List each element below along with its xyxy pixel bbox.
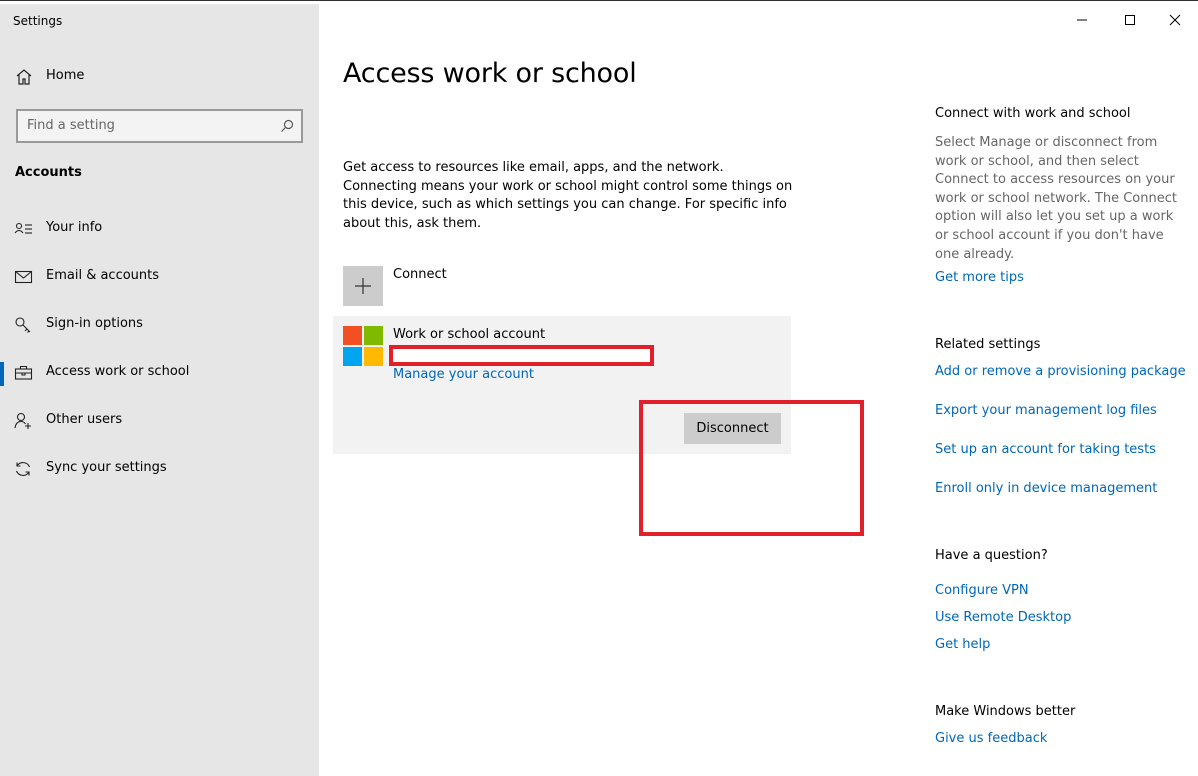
active-indicator (0, 362, 4, 386)
sync-icon (14, 460, 34, 478)
configure-vpn-link[interactable]: Configure VPN (935, 583, 1029, 598)
add-person-icon (14, 412, 34, 430)
briefcase-icon (14, 364, 34, 382)
connect-label[interactable]: Connect (393, 267, 447, 282)
export-log-files-link[interactable]: Export your management log files (935, 403, 1157, 418)
have-a-question-heading: Have a question? (935, 548, 1048, 563)
sidebar-item-sync-your-settings[interactable]: Sync your settings (0, 449, 319, 489)
annotation-highlight-box (639, 400, 864, 536)
sidebar-item-label: Your info (46, 220, 103, 235)
key-icon (14, 316, 34, 334)
sidebar-item-label: Access work or school (46, 364, 190, 379)
get-more-tips-link[interactable]: Get more tips (935, 270, 1024, 285)
taking-tests-account-link[interactable]: Set up an account for taking tests (935, 442, 1156, 457)
sidebar-item-access-work-or-school[interactable]: Access work or school (0, 353, 319, 393)
enroll-device-management-link[interactable]: Enroll only in device management (935, 481, 1157, 496)
sidebar-item-label: Other users (46, 412, 123, 427)
search-placeholder: Find a setting (27, 118, 115, 133)
provisioning-package-link[interactable]: Add or remove a provisioning package (935, 364, 1186, 379)
connect-button[interactable] (343, 266, 383, 306)
connect-work-school-text: Select Manage or disconnect from work or… (935, 135, 1177, 262)
app-title: Settings (13, 14, 63, 28)
account-label: Work or school account (393, 327, 546, 342)
sidebar-item-label: Home (46, 68, 85, 83)
related-settings-heading: Related settings (935, 337, 1041, 352)
page-description: Get access to resources like email, apps… (343, 160, 793, 231)
minimize-icon (1077, 19, 1087, 21)
search-icon (281, 119, 294, 132)
sidebar-item-your-info[interactable]: Your info (0, 209, 319, 249)
microsoft-logo-icon (343, 326, 383, 366)
connect-work-school-heading: Connect with work and school (935, 106, 1131, 121)
redacted-account-email (389, 345, 654, 366)
sidebar: Settings Home Find a setting Accounts Yo… (0, 4, 319, 776)
page-title: Access work or school (343, 58, 637, 89)
remote-desktop-link[interactable]: Use Remote Desktop (935, 610, 1071, 625)
plus-icon (355, 278, 371, 294)
mail-icon (14, 268, 34, 286)
minimize-button[interactable] (1059, 4, 1105, 36)
maximize-icon (1125, 15, 1135, 25)
maximize-button[interactable] (1107, 4, 1153, 36)
sidebar-item-other-users[interactable]: Other users (0, 401, 319, 441)
close-button[interactable] (1152, 4, 1198, 36)
get-help-link[interactable]: Get help (935, 637, 990, 652)
person-card-icon (14, 220, 34, 238)
home-icon (14, 68, 34, 86)
make-windows-better-heading: Make Windows better (935, 704, 1076, 719)
give-feedback-link[interactable]: Give us feedback (935, 731, 1047, 746)
sidebar-item-home[interactable]: Home (0, 57, 319, 97)
sidebar-item-sign-in-options[interactable]: Sign-in options (0, 305, 319, 345)
sidebar-item-label: Email & accounts (46, 268, 160, 283)
sidebar-item-email-accounts[interactable]: Email & accounts (0, 257, 319, 297)
close-icon (1169, 14, 1181, 26)
section-label-accounts: Accounts (15, 165, 82, 180)
search-input[interactable]: Find a setting (16, 109, 303, 143)
sidebar-item-label: Sync your settings (46, 460, 167, 475)
manage-account-link[interactable]: Manage your account (393, 367, 534, 382)
sidebar-item-label: Sign-in options (46, 316, 143, 331)
